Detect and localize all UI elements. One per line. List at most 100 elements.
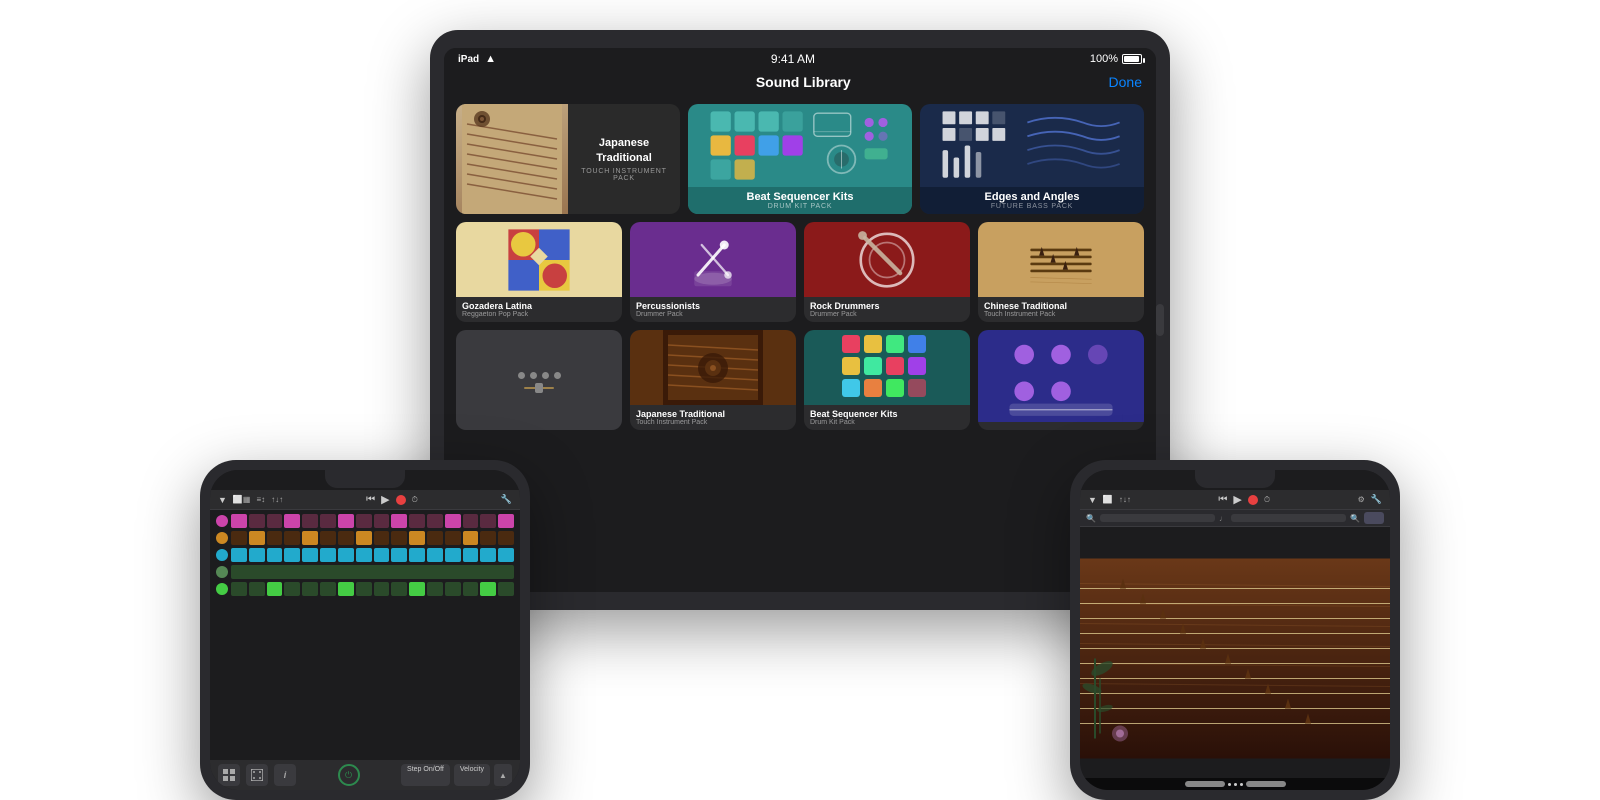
pad[interactable] bbox=[409, 548, 425, 562]
edges-angles-banner[interactable]: Edges and Angles FUTURE BASS PACK bbox=[920, 104, 1144, 214]
pad[interactable] bbox=[391, 514, 407, 528]
pad[interactable] bbox=[356, 548, 372, 562]
play-icon[interactable]: ▶ bbox=[381, 493, 389, 506]
pad[interactable] bbox=[320, 531, 336, 545]
pad[interactable] bbox=[356, 514, 372, 528]
pad[interactable] bbox=[231, 531, 247, 545]
pad[interactable] bbox=[338, 582, 354, 596]
zoom-in-icon[interactable]: 🔍 bbox=[1350, 514, 1360, 523]
pad[interactable] bbox=[231, 548, 247, 562]
pad[interactable] bbox=[302, 514, 318, 528]
pad[interactable] bbox=[463, 548, 479, 562]
plugin-icon[interactable]: ⚙ bbox=[1358, 495, 1365, 504]
zoom-out-icon[interactable]: 🔍 bbox=[1086, 514, 1096, 523]
pad[interactable] bbox=[480, 582, 496, 596]
bottom-4-card[interactable] bbox=[978, 330, 1144, 430]
pad[interactable] bbox=[231, 514, 247, 528]
pad[interactable] bbox=[480, 531, 496, 545]
settings-2-icon[interactable]: 🔧 bbox=[1371, 494, 1382, 505]
click-2-icon[interactable]: ⏱ bbox=[1264, 495, 1270, 505]
pad[interactable] bbox=[463, 514, 479, 528]
pad[interactable] bbox=[267, 531, 283, 545]
pad[interactable] bbox=[427, 582, 443, 596]
pad[interactable] bbox=[480, 514, 496, 528]
beat-sequencer-banner[interactable]: Beat Sequencer Kits DRUM KIT PACK bbox=[688, 104, 912, 214]
pad[interactable] bbox=[445, 582, 461, 596]
pad[interactable] bbox=[374, 582, 390, 596]
pad[interactable] bbox=[427, 531, 443, 545]
koto-instrument[interactable] bbox=[1080, 527, 1390, 790]
notes-icon[interactable]: ♩ bbox=[1219, 514, 1227, 523]
dice-btn[interactable] bbox=[246, 764, 268, 786]
velocity-btn[interactable]: Velocity bbox=[454, 764, 490, 786]
rock-drummers-card[interactable]: Rock Drummers Drummer Pack bbox=[804, 222, 970, 322]
pad[interactable] bbox=[374, 514, 390, 528]
pad[interactable] bbox=[427, 548, 443, 562]
pad[interactable] bbox=[320, 582, 336, 596]
info-btn[interactable]: i bbox=[274, 764, 296, 786]
pad[interactable] bbox=[284, 531, 300, 545]
koto-slider[interactable] bbox=[1185, 781, 1225, 787]
step-on-off-btn[interactable]: Step On/Off bbox=[401, 764, 450, 786]
pad[interactable] bbox=[249, 514, 265, 528]
pad[interactable] bbox=[302, 548, 318, 562]
pad[interactable] bbox=[267, 582, 283, 596]
pad[interactable] bbox=[480, 548, 496, 562]
rewind-2-icon[interactable]: ⏮ bbox=[1218, 494, 1227, 505]
pad[interactable] bbox=[338, 514, 354, 528]
track-select-icon[interactable]: ▼ bbox=[218, 495, 227, 505]
pad[interactable] bbox=[249, 548, 265, 562]
eq-icon[interactable]: ↑↓↑ bbox=[271, 495, 283, 504]
record-2-icon[interactable] bbox=[1248, 495, 1258, 505]
eq-2-icon[interactable]: ↑↓↑ bbox=[1119, 495, 1131, 504]
chinese-traditional-card[interactable]: Chinese Traditional Touch Instrument Pac… bbox=[978, 222, 1144, 322]
ipad-home-button[interactable] bbox=[1156, 304, 1164, 336]
settings-icon[interactable]: 🔧 bbox=[501, 494, 512, 505]
camera-2-icon[interactable]: ⬜ bbox=[1103, 495, 1113, 504]
pad[interactable] bbox=[320, 548, 336, 562]
pad[interactable] bbox=[445, 514, 461, 528]
pad[interactable] bbox=[445, 531, 461, 545]
expand-btn[interactable]: ▲ bbox=[494, 764, 512, 786]
pad[interactable] bbox=[391, 548, 407, 562]
play-2-icon[interactable]: ▶ bbox=[1233, 493, 1241, 506]
pad[interactable] bbox=[498, 514, 514, 528]
pad[interactable] bbox=[284, 548, 300, 562]
pad[interactable] bbox=[320, 514, 336, 528]
pad[interactable] bbox=[302, 582, 318, 596]
pad[interactable] bbox=[498, 582, 514, 596]
pad[interactable] bbox=[338, 531, 354, 545]
pad[interactable] bbox=[356, 531, 372, 545]
pad[interactable] bbox=[409, 514, 425, 528]
power-button[interactable]: ⏻ bbox=[338, 764, 360, 786]
track-select-2-icon[interactable]: ▼ bbox=[1088, 495, 1097, 505]
pad[interactable] bbox=[284, 514, 300, 528]
pad[interactable] bbox=[374, 531, 390, 545]
koto-slider-2[interactable] bbox=[1246, 781, 1286, 787]
beat-sequencer-small-card[interactable]: Beat Sequencer Kits Drum Kit Pack bbox=[804, 330, 970, 430]
pad[interactable] bbox=[249, 582, 265, 596]
pad[interactable] bbox=[445, 548, 461, 562]
gozadera-latina-card[interactable]: Gozadera Latina Reggaeton Pop Pack bbox=[456, 222, 622, 322]
pad[interactable] bbox=[267, 514, 283, 528]
pad[interactable] bbox=[391, 531, 407, 545]
japanese-traditional-banner[interactable]: Japanese Traditional TOUCH INSTRUMENT PA… bbox=[456, 104, 680, 214]
pad[interactable] bbox=[409, 531, 425, 545]
pad[interactable] bbox=[409, 582, 425, 596]
grid-view-btn[interactable] bbox=[218, 764, 240, 786]
pad[interactable] bbox=[427, 514, 443, 528]
pad[interactable] bbox=[498, 548, 514, 562]
pad[interactable] bbox=[498, 531, 514, 545]
camera-icon[interactable]: ⬜▦ bbox=[233, 495, 251, 504]
japanese-traditional-small-card[interactable]: Japanese Traditional Touch Instrument Pa… bbox=[630, 330, 796, 430]
done-button[interactable]: Done bbox=[1109, 74, 1142, 90]
mixer-icon[interactable]: ≡↕ bbox=[256, 495, 265, 504]
pad[interactable] bbox=[284, 582, 300, 596]
pad[interactable] bbox=[391, 582, 407, 596]
pad[interactable] bbox=[249, 531, 265, 545]
pad[interactable] bbox=[267, 548, 283, 562]
percussionists-card[interactable]: Percussionists Drummer Pack bbox=[630, 222, 796, 322]
click-icon[interactable]: ⏱ bbox=[412, 495, 418, 505]
pad[interactable] bbox=[374, 548, 390, 562]
pad[interactable] bbox=[463, 582, 479, 596]
